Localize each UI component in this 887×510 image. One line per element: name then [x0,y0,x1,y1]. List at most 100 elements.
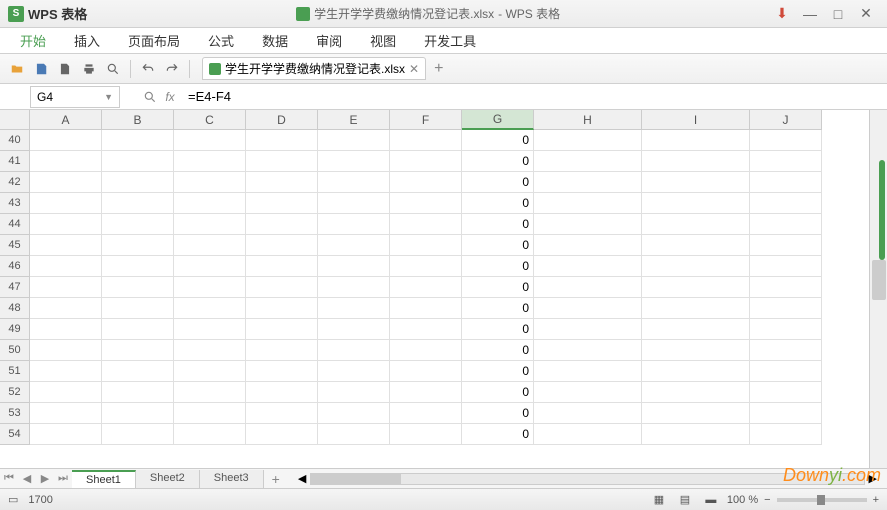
cell-H54[interactable] [534,424,642,445]
cell-A45[interactable] [30,235,102,256]
last-sheet-icon[interactable]: ⏭ [54,470,72,488]
cell-C44[interactable] [174,214,246,235]
row-header-52[interactable]: 52 [0,382,30,403]
cell-I43[interactable] [642,193,750,214]
cell-E44[interactable] [318,214,390,235]
cell-H42[interactable] [534,172,642,193]
cell-I40[interactable] [642,130,750,151]
cell-I47[interactable] [642,277,750,298]
cell-J47[interactable] [750,277,822,298]
col-header-C[interactable]: C [174,110,246,130]
cell-A40[interactable] [30,130,102,151]
cells-area[interactable]: 000000000000000 [30,130,822,445]
cell-J52[interactable] [750,382,822,403]
zoom-slider[interactable] [777,498,867,502]
cell-H44[interactable] [534,214,642,235]
cell-E52[interactable] [318,382,390,403]
cell-I48[interactable] [642,298,750,319]
cell-B40[interactable] [102,130,174,151]
row-header-49[interactable]: 49 [0,319,30,340]
cell-F46[interactable] [390,256,462,277]
cell-B45[interactable] [102,235,174,256]
minimize-button[interactable]: — [797,4,823,24]
cell-I42[interactable] [642,172,750,193]
cell-C49[interactable] [174,319,246,340]
cell-C47[interactable] [174,277,246,298]
cell-B43[interactable] [102,193,174,214]
cell-I51[interactable] [642,361,750,382]
cell-H47[interactable] [534,277,642,298]
cell-G50[interactable]: 0 [462,340,534,361]
save-icon[interactable] [30,58,52,80]
cell-C46[interactable] [174,256,246,277]
cell-A49[interactable] [30,319,102,340]
cell-J44[interactable] [750,214,822,235]
name-box[interactable]: G4 ▼ [30,86,120,108]
cell-J53[interactable] [750,403,822,424]
cell-H52[interactable] [534,382,642,403]
cell-E45[interactable] [318,235,390,256]
cell-G54[interactable]: 0 [462,424,534,445]
cell-E43[interactable] [318,193,390,214]
cell-D54[interactable] [246,424,318,445]
hscroll-thumb[interactable] [311,474,401,484]
row-header-42[interactable]: 42 [0,172,30,193]
cell-B50[interactable] [102,340,174,361]
cell-D48[interactable] [246,298,318,319]
cell-A47[interactable] [30,277,102,298]
cell-J51[interactable] [750,361,822,382]
row-header-50[interactable]: 50 [0,340,30,361]
cell-F44[interactable] [390,214,462,235]
cell-J43[interactable] [750,193,822,214]
cell-B47[interactable] [102,277,174,298]
cell-C52[interactable] [174,382,246,403]
cell-C48[interactable] [174,298,246,319]
cell-H40[interactable] [534,130,642,151]
cell-C40[interactable] [174,130,246,151]
row-header-48[interactable]: 48 [0,298,30,319]
add-sheet-button[interactable]: + [264,471,288,487]
cell-F47[interactable] [390,277,462,298]
cell-I52[interactable] [642,382,750,403]
cell-D49[interactable] [246,319,318,340]
cell-F51[interactable] [390,361,462,382]
menu-数据[interactable]: 数据 [248,28,302,53]
cell-G51[interactable]: 0 [462,361,534,382]
cell-I41[interactable] [642,151,750,172]
cell-F43[interactable] [390,193,462,214]
cell-F42[interactable] [390,172,462,193]
row-header-43[interactable]: 43 [0,193,30,214]
cell-I54[interactable] [642,424,750,445]
formula-input[interactable] [180,89,887,104]
cell-J41[interactable] [750,151,822,172]
preview-icon[interactable] [102,58,124,80]
maximize-button[interactable]: □ [825,4,851,24]
cell-I53[interactable] [642,403,750,424]
cell-H46[interactable] [534,256,642,277]
cell-G45[interactable]: 0 [462,235,534,256]
cell-E47[interactable] [318,277,390,298]
cell-E53[interactable] [318,403,390,424]
scroll-thumb[interactable] [872,260,886,300]
cell-B52[interactable] [102,382,174,403]
view-split-icon[interactable]: ▬ [701,492,721,508]
cell-B44[interactable] [102,214,174,235]
row-header-44[interactable]: 44 [0,214,30,235]
cell-C43[interactable] [174,193,246,214]
cell-F49[interactable] [390,319,462,340]
cell-E49[interactable] [318,319,390,340]
next-sheet-icon[interactable]: ▶ [36,470,54,488]
cell-J49[interactable] [750,319,822,340]
select-all-corner[interactable] [0,110,30,130]
cell-D53[interactable] [246,403,318,424]
menu-开发工具[interactable]: 开发工具 [410,28,490,53]
cell-J42[interactable] [750,172,822,193]
col-header-G[interactable]: G [462,110,534,130]
row-header-46[interactable]: 46 [0,256,30,277]
cell-D51[interactable] [246,361,318,382]
cell-I45[interactable] [642,235,750,256]
menu-插入[interactable]: 插入 [60,28,114,53]
prev-sheet-icon[interactable]: ◀ [18,470,36,488]
cell-E51[interactable] [318,361,390,382]
row-header-54[interactable]: 54 [0,424,30,445]
